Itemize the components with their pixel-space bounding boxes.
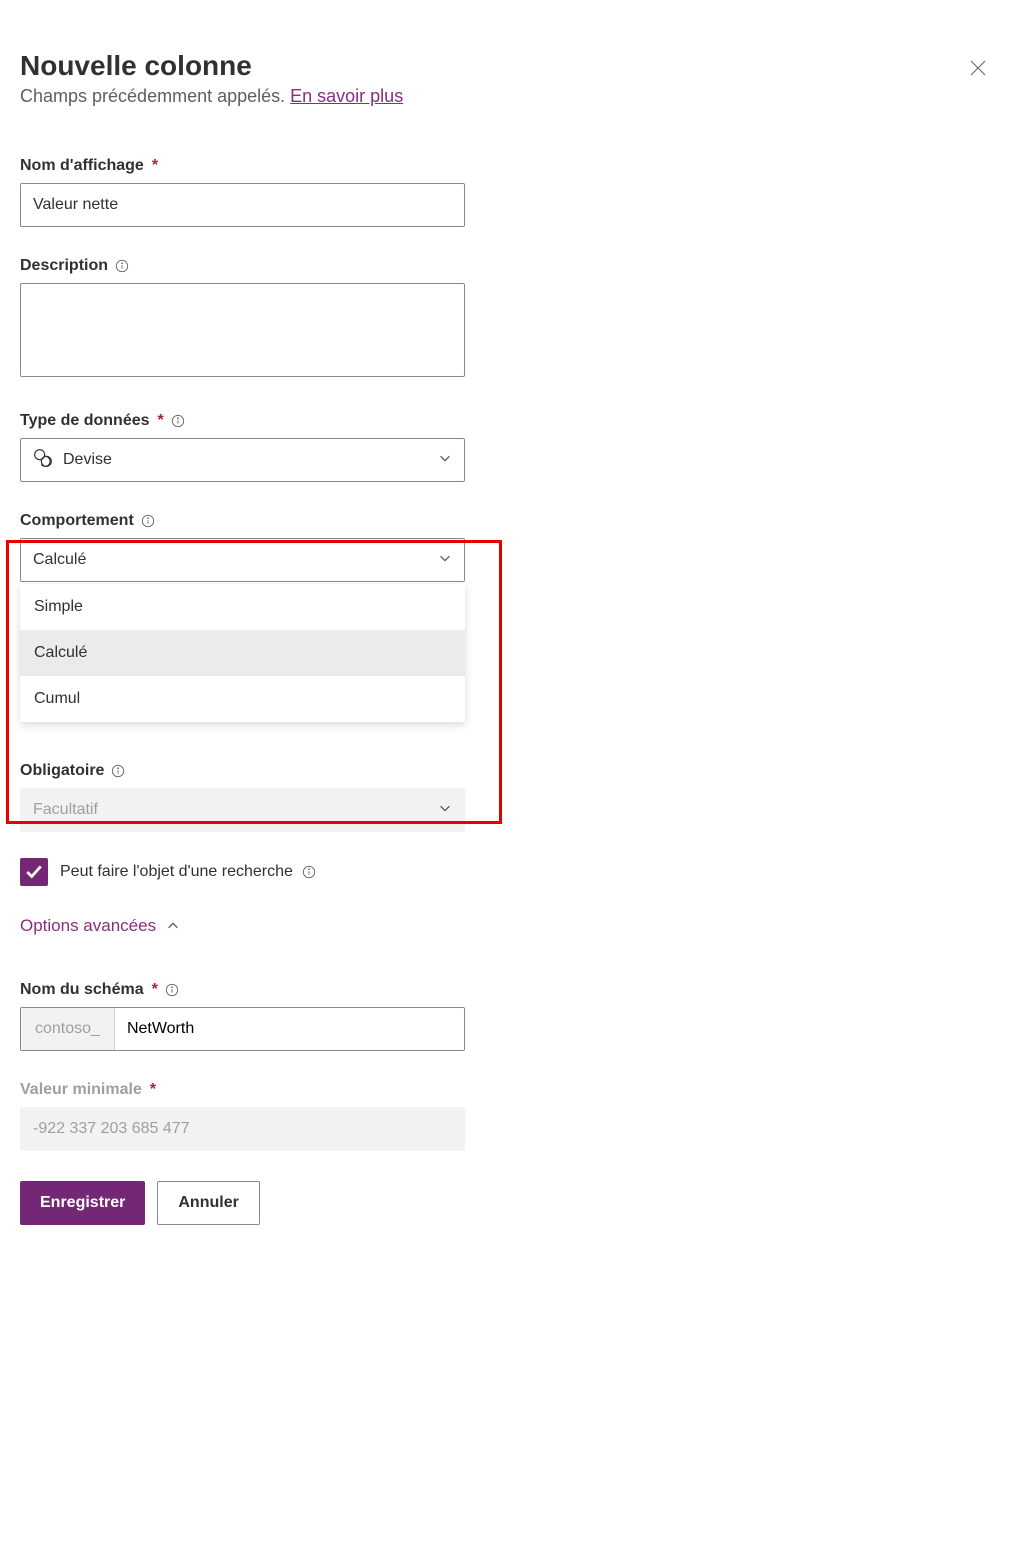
info-icon[interactable] — [140, 513, 156, 529]
check-icon — [25, 863, 43, 881]
data-type-label: Type de données* — [20, 412, 465, 430]
info-icon[interactable] — [170, 413, 186, 429]
close-button[interactable] — [970, 60, 990, 80]
behavior-value: Calculé — [33, 551, 86, 569]
info-icon[interactable] — [301, 864, 317, 880]
learn-more-link[interactable]: En savoir plus — [290, 86, 403, 106]
data-type-value: Devise — [63, 451, 112, 469]
panel-title: Nouvelle colonne — [20, 50, 1010, 82]
behavior-label: Comportement — [20, 512, 465, 530]
subtitle-text: Champs précédemment appelés. — [20, 86, 290, 106]
behavior-select[interactable]: Calculé — [20, 538, 465, 582]
panel-subtitle: Champs précédemment appelés. En savoir p… — [20, 86, 1010, 107]
display-name-label: Nom d'affichage* — [20, 157, 465, 175]
behavior-dropdown: Simple Calculé Cumul — [20, 584, 465, 722]
behavior-option-calcule[interactable]: Calculé — [20, 630, 465, 676]
required-label: Obligatoire — [20, 762, 465, 780]
description-label: Description — [20, 257, 465, 275]
chevron-down-icon — [438, 451, 452, 470]
required-indicator: * — [152, 157, 158, 175]
required-indicator: * — [150, 1081, 156, 1099]
description-input[interactable] — [20, 283, 465, 377]
info-icon[interactable] — [110, 763, 126, 779]
chevron-down-icon — [438, 801, 452, 820]
data-type-select[interactable]: Devise — [20, 438, 465, 482]
behavior-option-cumul[interactable]: Cumul — [20, 676, 465, 722]
currency-icon — [33, 448, 53, 473]
schema-name-label: Nom du schéma* — [20, 981, 465, 999]
schema-name-input[interactable] — [115, 1008, 464, 1050]
chevron-down-icon — [438, 551, 452, 570]
schema-prefix: contoso_ — [21, 1008, 115, 1050]
chevron-up-icon — [166, 919, 180, 933]
searchable-checkbox[interactable] — [20, 858, 48, 886]
schema-name-input-group: contoso_ — [20, 1007, 465, 1051]
behavior-option-simple[interactable]: Simple — [20, 584, 465, 630]
required-select: Facultatif — [20, 788, 465, 832]
required-indicator: * — [152, 981, 158, 999]
display-name-input[interactable] — [20, 183, 465, 227]
min-value-label: Valeur minimale* — [20, 1081, 465, 1099]
required-indicator: * — [158, 412, 164, 430]
searchable-label: Peut faire l'objet d'une recherche — [60, 863, 317, 881]
save-button[interactable]: Enregistrer — [20, 1181, 145, 1225]
min-value-input — [20, 1107, 465, 1151]
close-icon — [970, 60, 986, 76]
info-icon[interactable] — [164, 982, 180, 998]
cancel-button[interactable]: Annuler — [157, 1181, 259, 1225]
info-icon[interactable] — [114, 258, 130, 274]
required-value: Facultatif — [33, 801, 98, 819]
advanced-options-toggle[interactable]: Options avancées — [20, 916, 1010, 936]
